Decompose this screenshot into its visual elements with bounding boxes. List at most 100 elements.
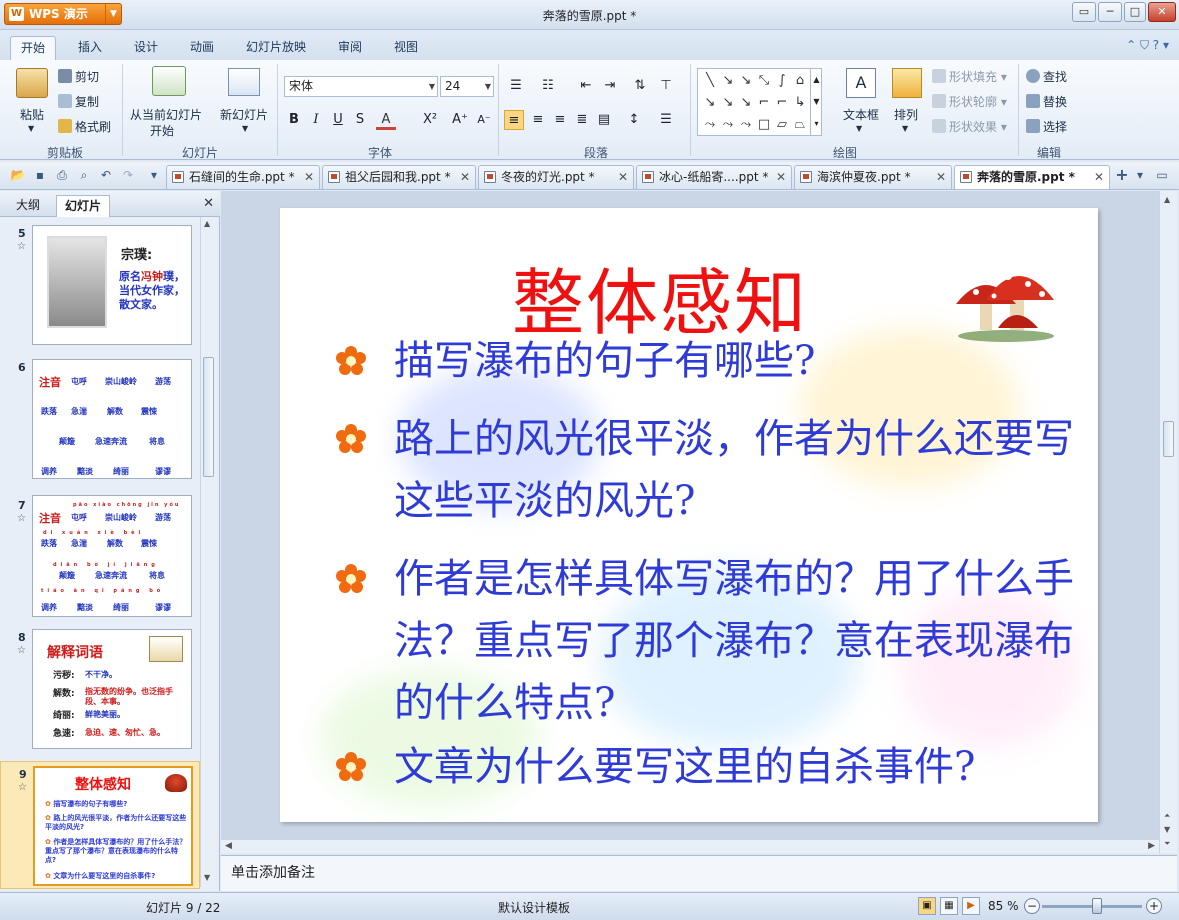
tab-design[interactable]: 设计 <box>124 36 168 60</box>
tab-slides[interactable]: 幻灯片 <box>56 195 111 217</box>
increase-indent-icon[interactable]: ⇥ <box>600 76 620 96</box>
scrollbar-thumb[interactable] <box>1163 421 1174 457</box>
textbox-icon[interactable]: A <box>846 68 876 98</box>
slide-thumbnail-7[interactable]: 7 ☆ pāo xiào chōng jǐn yóu 注音 屯呼 崇山峻岭 游荡… <box>0 491 200 621</box>
underline-button[interactable]: U <box>328 110 348 130</box>
line-spacing-icon[interactable]: ↕ <box>624 110 644 130</box>
shape-fill-button[interactable]: 形状填充 ▾ <box>932 68 1007 85</box>
play-from-current-icon[interactable] <box>152 66 186 96</box>
undo-icon[interactable]: ↶ <box>98 167 114 183</box>
minimize-button[interactable]: ─ <box>1098 2 1122 22</box>
italic-button[interactable]: I <box>306 110 326 130</box>
zoom-out-icon[interactable]: − <box>1024 898 1040 914</box>
slideshow-icon[interactable]: ▶ <box>962 897 980 915</box>
zoom-in-icon[interactable]: + <box>1146 898 1162 914</box>
play-from-current-button[interactable]: 从当前幻灯片 <box>130 106 202 123</box>
justify-icon[interactable]: ≣ <box>572 110 592 130</box>
close-tab-icon[interactable]: ✕ <box>304 166 314 188</box>
font-name-select[interactable]: 宋体 ▼ <box>284 76 438 97</box>
decrease-indent-icon[interactable]: ⇤ <box>576 76 596 96</box>
maximize-button[interactable]: □ <box>1124 2 1146 22</box>
freeform-shape-icon[interactable]: ⌂ <box>792 73 808 89</box>
restore-ribbon-button[interactable]: ▭ <box>1072 2 1096 22</box>
curved-connector-icon[interactable]: ⤳ <box>720 117 736 133</box>
scroll-right-icon[interactable]: ▶ <box>1148 841 1155 851</box>
tab-home[interactable]: 开始 <box>10 36 57 60</box>
font-color-button[interactable]: A <box>376 110 396 130</box>
shadow-button[interactable]: S <box>350 110 370 130</box>
tab-review[interactable]: 审阅 <box>328 36 372 60</box>
doc-tab[interactable]: 冬夜的灯光.ppt * ✕ <box>478 165 634 189</box>
open-icon[interactable]: 📂 <box>10 167 26 183</box>
slide-thumbnail-9[interactable]: 9 ☆ 整体感知 ✿ 描写瀑布的句子有哪些? ✿ 路上的风光很平淡，作者为什么还… <box>0 761 200 889</box>
rectangle-shape-icon[interactable]: □ <box>756 117 772 133</box>
parallelogram-shape-icon[interactable]: ▱ <box>774 117 790 133</box>
close-tab-icon[interactable]: ✕ <box>618 166 628 188</box>
close-tab-icon[interactable]: ✕ <box>936 166 946 188</box>
arrange-icon[interactable] <box>892 68 922 98</box>
shape-outline-button[interactable]: 形状轮廓 ▾ <box>932 93 1007 110</box>
align-center-icon[interactable]: ≡ <box>528 110 548 130</box>
tab-animation[interactable]: 动画 <box>180 36 224 60</box>
shape-effect-button[interactable]: 形状效果 ▾ <box>932 118 1007 135</box>
doc-tab[interactable]: 石缝间的生命.ppt * ✕ <box>166 165 320 189</box>
bullets-icon[interactable]: ☰ <box>506 76 526 96</box>
arrow-shape-icon[interactable]: ↘ <box>720 73 736 89</box>
grow-font-button[interactable]: A⁺ <box>450 110 470 130</box>
columns-icon[interactable]: ☰ <box>656 110 676 130</box>
scroll-up-icon[interactable]: ▲ <box>1164 195 1170 204</box>
notes-pane[interactable]: 单击添加备注 <box>221 855 1177 891</box>
new-slide-button[interactable]: 新幻灯片 <box>220 106 268 123</box>
scroll-down-icon[interactable]: ▼ <box>204 873 210 882</box>
replace-button[interactable]: 替换 <box>1026 93 1067 110</box>
slide-sorter-icon[interactable]: ▦ <box>940 897 958 915</box>
close-tab-icon[interactable]: ✕ <box>776 166 786 188</box>
chevron-down-icon[interactable]: ▾ <box>1132 167 1148 183</box>
shrink-font-button[interactable]: A⁻ <box>474 110 494 130</box>
close-tab-icon[interactable]: ✕ <box>1094 166 1104 188</box>
bold-button[interactable]: B <box>284 110 304 130</box>
doc-tab-active[interactable]: 奔落的雪原.ppt * ✕ <box>954 165 1110 189</box>
paste-button[interactable]: 粘贴 <box>20 106 44 123</box>
close-button[interactable]: ✕ <box>1148 2 1176 22</box>
gallery-scroll[interactable]: ▲ ▼ ▾ <box>810 69 822 135</box>
format-painter-button[interactable]: 格式刷 <box>58 118 111 135</box>
arrow-shape-icon[interactable]: ↘ <box>738 73 754 89</box>
elbow-connector-icon[interactable]: ⌐ <box>774 95 790 111</box>
new-slide-icon[interactable] <box>228 68 260 96</box>
curved-connector-icon[interactable]: ⤳ <box>738 117 754 133</box>
horizontal-scrollbar[interactable]: ◀ ▶ <box>221 839 1159 853</box>
textbox-button[interactable]: 文本框 <box>843 106 879 123</box>
doc-tab[interactable]: 祖父后园和我.ppt * ✕ <box>322 165 476 189</box>
shape-gallery[interactable]: ╲ ↘ ↘ ⤡ ∫ ⌂ ↘ ↘ ↘ ⌐ ⌐ ↳ ⤳ ⤳ ⤳ □ ▱ ⏢ ▲ ▼ ▾ <box>697 68 822 136</box>
elbow-connector-icon[interactable]: ↳ <box>792 95 808 111</box>
window-list-icon[interactable]: ▭ <box>1154 167 1170 183</box>
align-right-icon[interactable]: ≡ <box>550 110 570 130</box>
align-text-icon[interactable]: ⊤ <box>656 76 676 96</box>
curve-shape-icon[interactable]: ∫ <box>774 73 790 89</box>
arrange-button[interactable]: 排列 <box>894 106 918 123</box>
select-button[interactable]: 选择 <box>1026 118 1067 135</box>
next-slide-icon[interactable]: ⏷ <box>1164 839 1170 849</box>
tab-slideshow[interactable]: 幻灯片放映 <box>236 36 316 60</box>
normal-view-icon[interactable]: ▣ <box>918 897 936 915</box>
tab-insert[interactable]: 插入 <box>68 36 112 60</box>
font-size-select[interactable]: 24 ▼ <box>440 76 494 97</box>
superscript-button[interactable]: X² <box>420 110 440 130</box>
chevron-down-icon[interactable]: ▼ <box>856 124 862 133</box>
cut-button[interactable]: 剪切 <box>58 68 99 85</box>
scroll-up-icon[interactable]: ▲ <box>204 219 210 228</box>
slide-thumbnail-5[interactable]: 5 ☆ 宗璞: 原名冯钟璞，当代女作家，散文家。 <box>0 225 200 349</box>
copy-button[interactable]: 复制 <box>58 93 99 110</box>
slide[interactable]: 整体感知 描写瀑布的句子有哪些? 路上的风光很平淡，作者为什么还要写这些平淡的风… <box>280 208 1098 822</box>
chevron-down-icon[interactable]: ▼ <box>28 124 34 133</box>
arrow-shape-icon[interactable]: ↘ <box>720 95 736 111</box>
scroll-down-icon[interactable]: ▼ <box>1164 825 1170 834</box>
align-left-icon[interactable]: ≡ <box>504 110 524 130</box>
find-button[interactable]: 查找 <box>1026 68 1067 85</box>
arrow-shape-icon[interactable]: ↘ <box>702 95 718 111</box>
chevron-down-icon[interactable]: ▼ <box>902 124 908 133</box>
doc-tab[interactable]: 冰心-纸船寄....ppt * ✕ <box>636 165 792 189</box>
bullet-item[interactable]: 路上的风光很平淡，作者为什么还要写这些平淡的风光? <box>336 408 1076 532</box>
scroll-left-icon[interactable]: ◀ <box>225 841 232 851</box>
